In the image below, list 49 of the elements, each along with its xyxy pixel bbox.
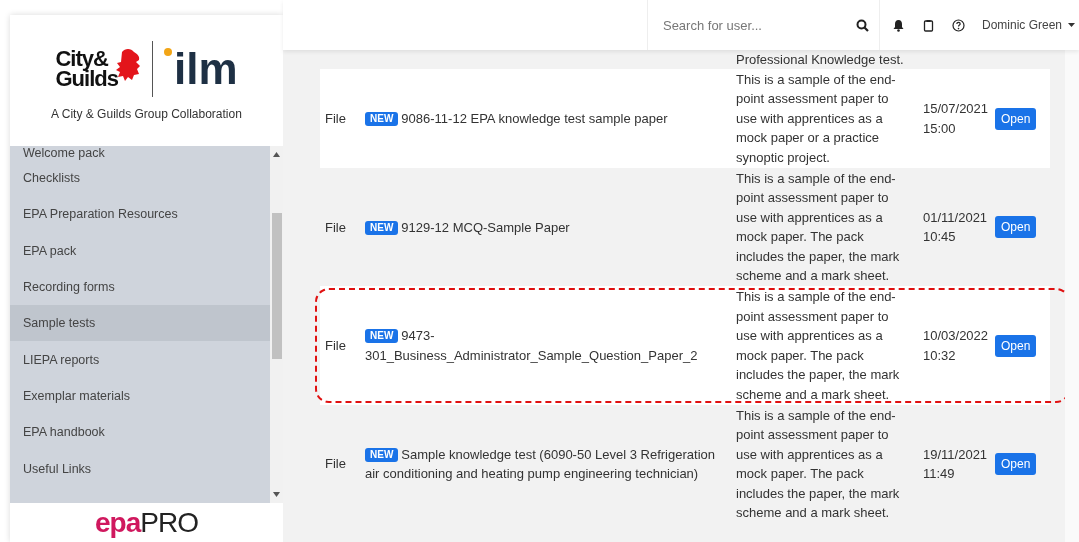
sidebar-item[interactable]: EPA pack	[10, 232, 270, 269]
search-icon[interactable]	[855, 18, 869, 32]
type-cell-text: File	[324, 455, 347, 474]
open-button[interactable]: Open	[995, 216, 1037, 239]
title-cell: NEW 9129-12 MCQ-Sample Paper	[360, 217, 731, 237]
sidebar-item[interactable]: EPA handbook	[10, 414, 270, 451]
type-cell-text: File	[324, 109, 347, 128]
date-cell-text: 15/07/2021 15:00	[922, 100, 990, 138]
date-cell-text: 19/11/2021 11:49	[922, 445, 989, 484]
sidebar-item[interactable]: Checklists	[10, 160, 270, 197]
sidebar-item[interactable]: Welcome pack	[10, 146, 270, 160]
sidebar-item[interactable]: Useful Links	[10, 450, 270, 487]
search-field[interactable]: Search for user...	[660, 16, 850, 34]
help-icon[interactable]	[951, 18, 965, 32]
open-button[interactable]: Open	[995, 453, 1037, 476]
new-badge: NEW	[365, 111, 399, 126]
new-badge: NEW	[365, 220, 399, 235]
clipboard-icon[interactable]	[921, 18, 935, 32]
date-cell-text: 01/11/2021 10:45	[922, 208, 989, 247]
type-cell-text: File	[324, 218, 347, 237]
new-badge: NEW	[365, 447, 399, 462]
scroll-down-icon[interactable]	[273, 492, 280, 497]
scrollbar-thumb[interactable]	[271, 213, 282, 359]
sidebar-item[interactable]: LIEPA reports	[10, 341, 270, 378]
description-cell-text: This is a sample of the end-point assessment paper to use with apprentices as a mock paper. The pack includes the paper, the mark scheme and a mark sheet.	[735, 406, 901, 522]
description-cell-text: This is a sample of the end-point assessment paper to use with apprentices as a mock paper. The pack includes the paper, the mark scheme and a mark sheet.	[735, 170, 901, 286]
sidebar-item[interactable]: EPA Preparation Resources	[10, 196, 270, 233]
date-cell-text: 10/03/2022 10:32	[922, 327, 990, 365]
title-cell: NEW 9086-11-12 EPA knowledge test sample paper	[360, 108, 731, 129]
epapro-logo: epaPRO	[94, 505, 199, 540]
title-cell-text: NEW Sample knowledge test (6090-50 Level 3 Refrigeration air conditioning and heating pump engineering technician)	[364, 445, 716, 484]
type-cell-text: File	[324, 337, 347, 355]
description-cell-text: Professional Knowledge test.	[735, 51, 905, 68]
new-badge: NEW	[365, 329, 399, 344]
open-button[interactable]: Open	[995, 334, 1037, 357]
description-cell-text: This is a sample of the end-point assessment paper to use with apprentices as a mock paper. The pack includes the paper, the mark scheme and a mark sheet.	[735, 288, 901, 404]
sidebar-item[interactable]: Sample tests	[10, 305, 270, 342]
bell-icon[interactable]	[891, 18, 905, 32]
logo-text: City& Guilds	[55, 48, 118, 89]
sidebar-item[interactable]: Exemplar materials	[10, 377, 270, 415]
open-button[interactable]: Open	[995, 107, 1037, 130]
user-menu[interactable]: Dominic Green	[981, 18, 1075, 32]
scroll-up-icon[interactable]	[273, 152, 280, 157]
description-cell-text: This is a sample of the end-point assessment paper to use with apprentices as a mock paper or a practice synoptic project.	[735, 71, 897, 167]
title-cell-text: NEW 9473-301_Business_Administrator_Sample_Question_Paper_2	[364, 327, 699, 365]
logo-tagline: A City & Guilds Group Collaboration	[51, 106, 242, 121]
logo-text: ilm	[173, 46, 238, 91]
sidebar-item[interactable]: Recording forms	[10, 268, 270, 306]
caret-icon	[1068, 23, 1075, 27]
